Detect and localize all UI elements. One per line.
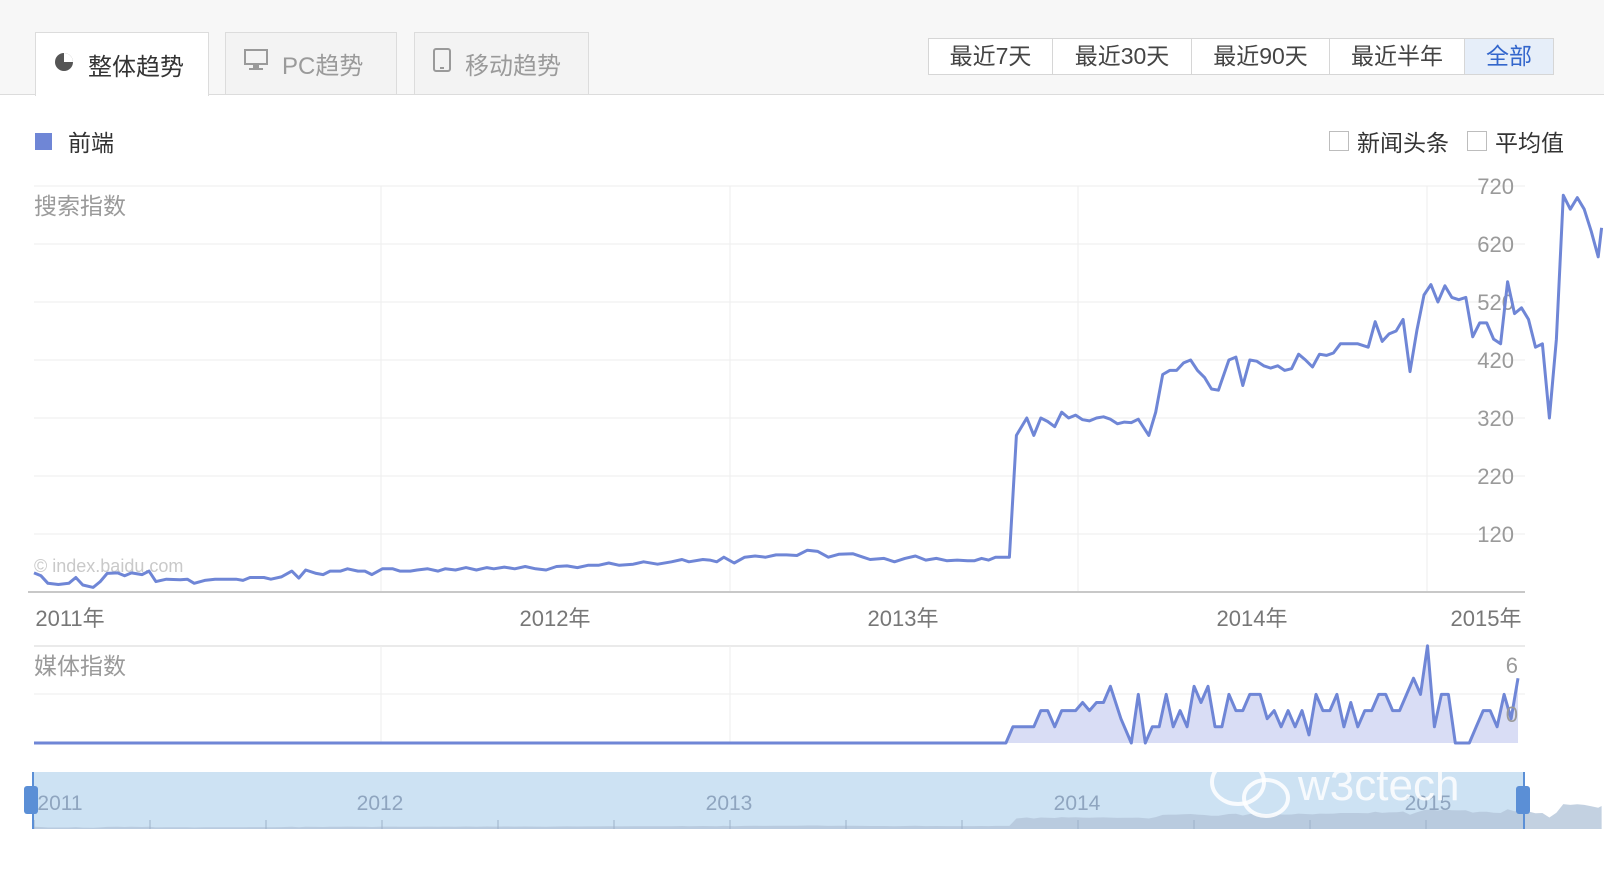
y-tick-label: 620 bbox=[1477, 232, 1514, 257]
x-tick-label: 2015年 bbox=[1451, 606, 1522, 631]
x-tick-label: 2014年 bbox=[1217, 606, 1288, 631]
trend-chart: 120220320420520620720搜索指数© index.baidu.c… bbox=[24, 174, 1604, 829]
navigator-label: 2013 bbox=[706, 792, 753, 815]
panel-title: 媒体指数 bbox=[34, 653, 126, 679]
y-tick-label: 220 bbox=[1477, 464, 1514, 489]
navigator-label: 2012 bbox=[357, 792, 404, 815]
media-index-panel: 媒体指数 0 6 bbox=[34, 644, 1525, 745]
navigator-label: 2014 bbox=[1054, 792, 1101, 815]
x-tick-label: 2013年 bbox=[868, 606, 939, 631]
search-index-panel: 120220320420520620720搜索指数© index.baidu.c… bbox=[28, 174, 1604, 631]
y-tick-label: 520 bbox=[1477, 290, 1514, 315]
navigator-label: 2011 bbox=[37, 792, 82, 815]
y-tick-label: 420 bbox=[1477, 348, 1514, 373]
series-line bbox=[33, 193, 1604, 589]
navigator-handle-left bbox=[24, 786, 38, 814]
y-tick-label: 120 bbox=[1477, 522, 1514, 547]
brand-watermark: w3ctech bbox=[1297, 761, 1459, 810]
panel-title: 搜索指数 bbox=[34, 193, 126, 219]
time-navigator[interactable]: 2011 2012 2013 2014 2015w3ctech bbox=[24, 758, 1602, 829]
y-tick-label: 0 bbox=[1506, 702, 1518, 727]
x-tick-label: 2012年 bbox=[520, 606, 591, 631]
y-tick-label: 720 bbox=[1477, 174, 1514, 199]
x-tick-label: 2011年 bbox=[35, 606, 104, 631]
y-tick-label: 6 bbox=[1506, 653, 1518, 678]
y-tick-label: 320 bbox=[1477, 406, 1514, 431]
